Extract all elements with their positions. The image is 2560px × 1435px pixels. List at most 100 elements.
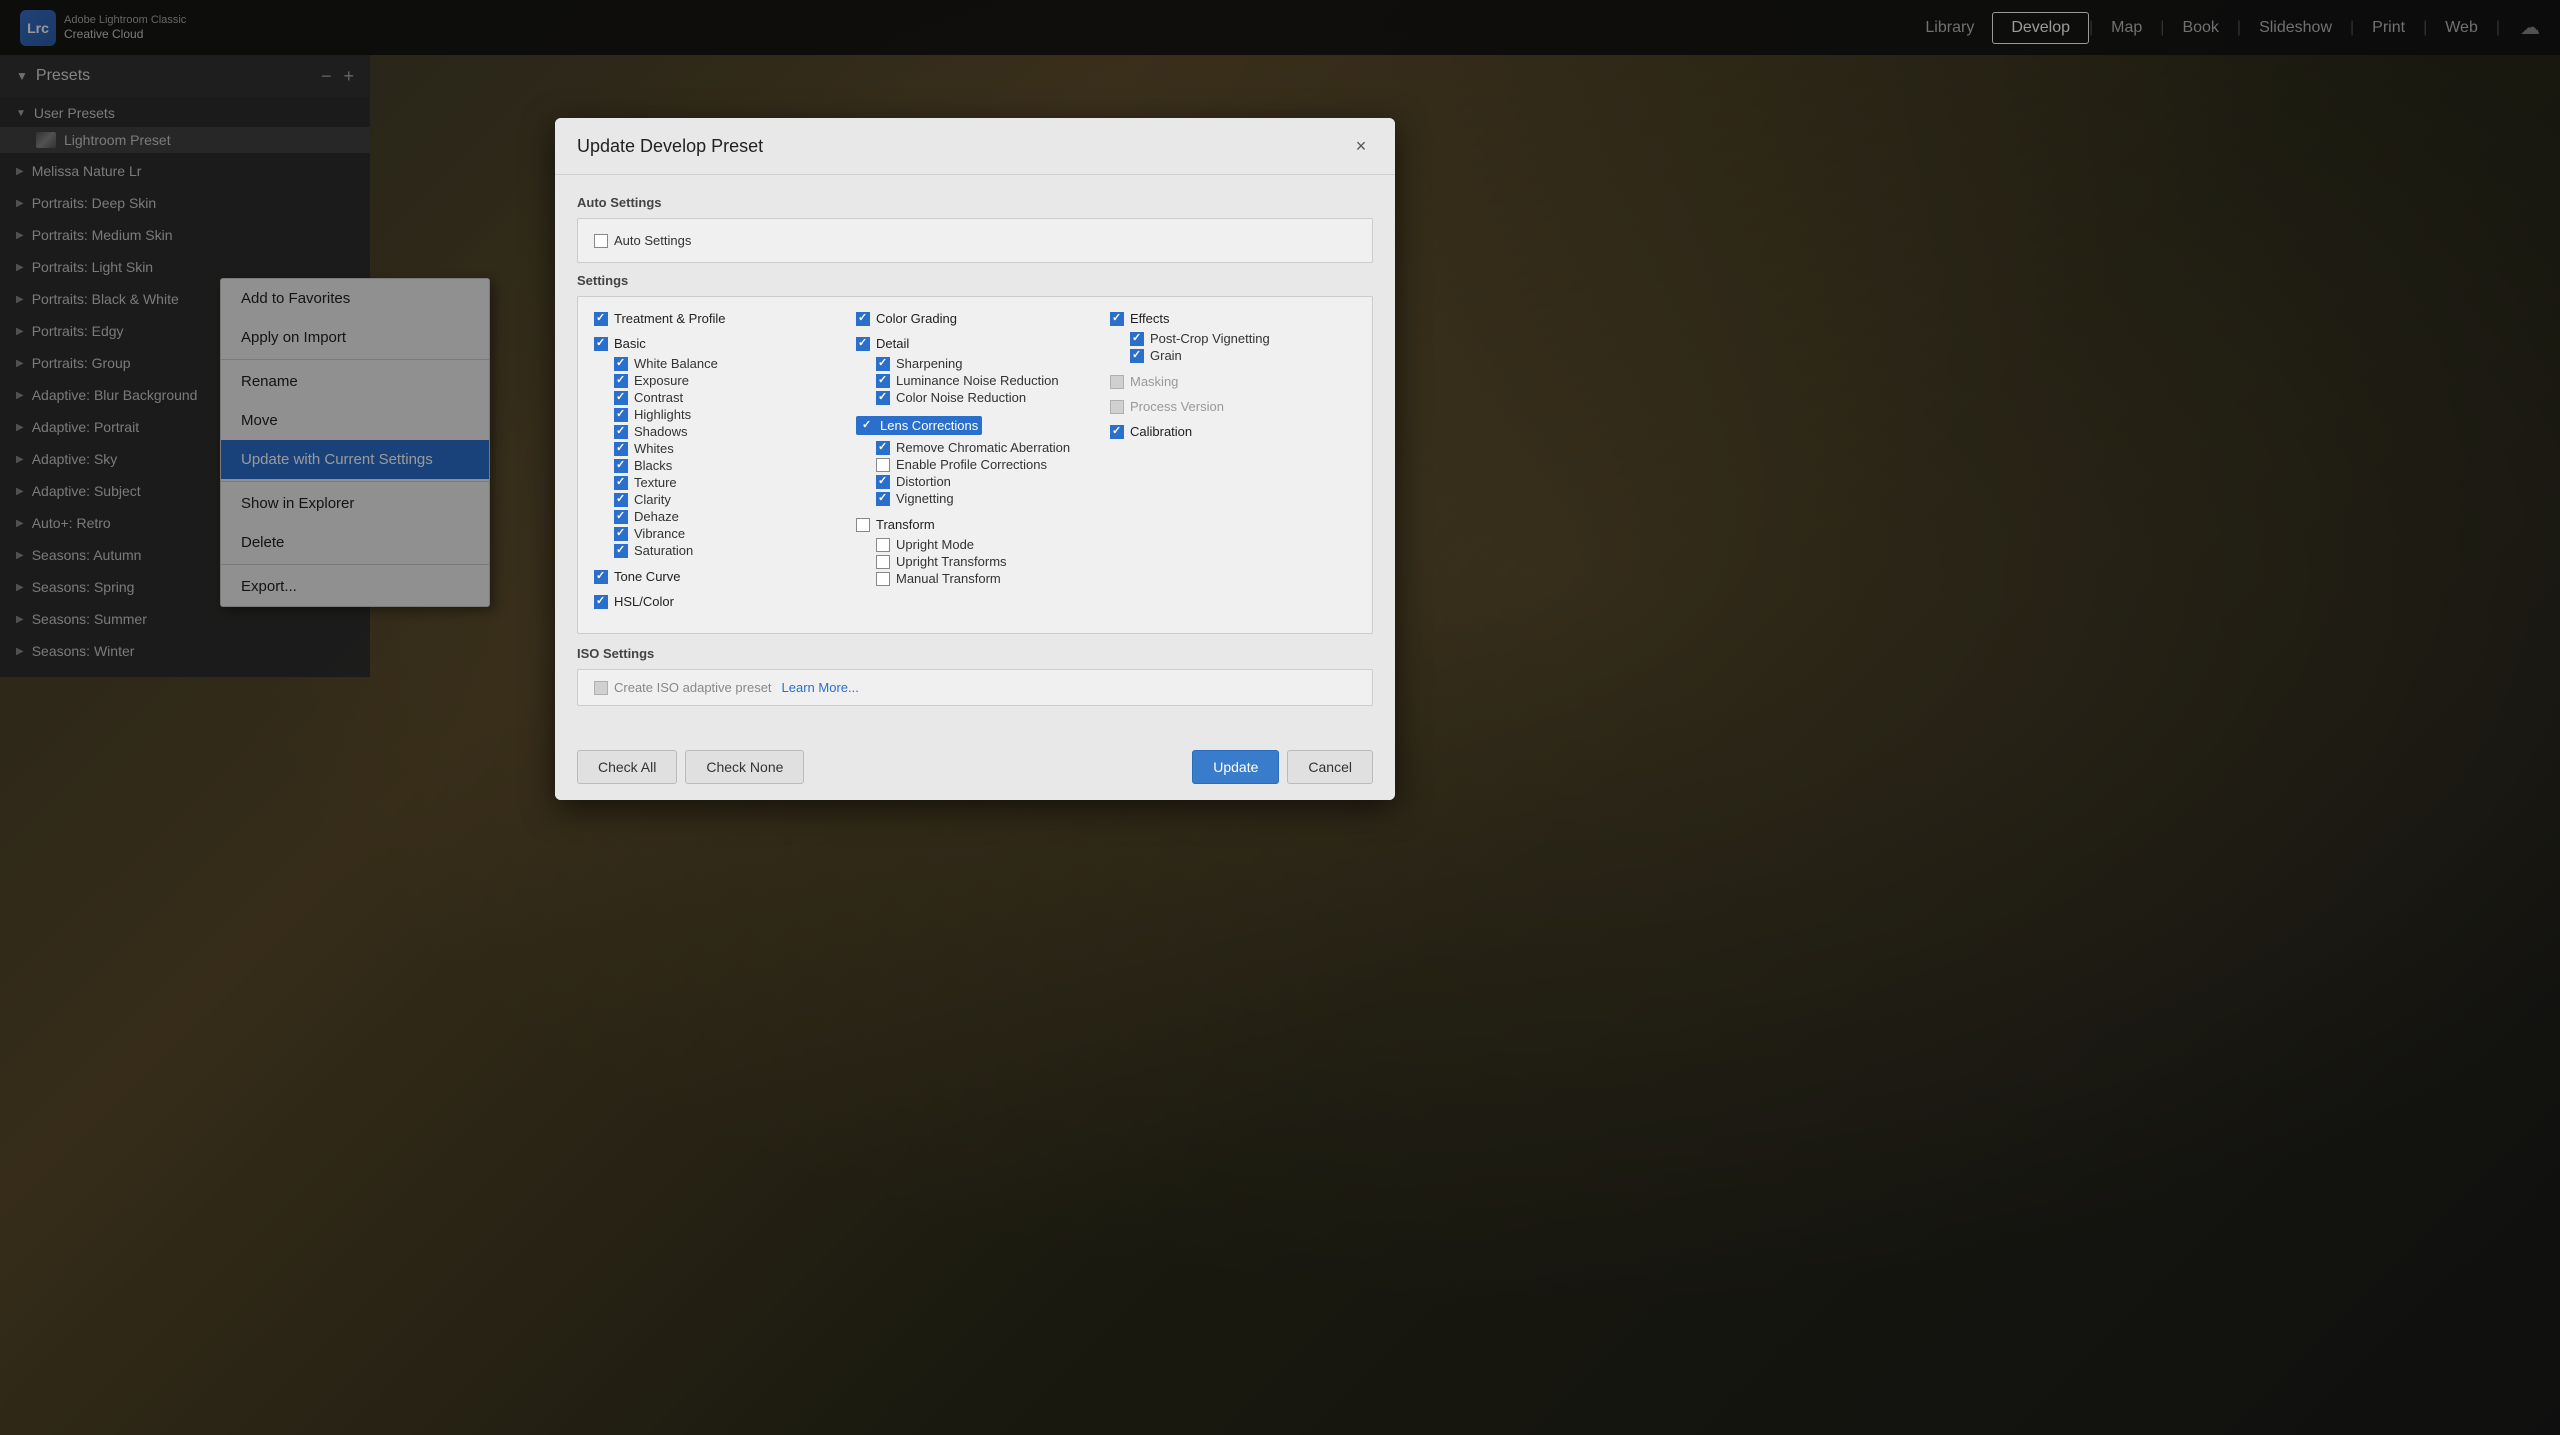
auto-settings-checkbox-label[interactable]: Auto Settings [594, 233, 1356, 248]
basic-label: Basic [614, 336, 646, 351]
color-noise-item[interactable]: Color Noise Reduction [856, 389, 1094, 406]
sharpening-item[interactable]: Sharpening [856, 355, 1094, 372]
modal-close-button[interactable]: × [1349, 134, 1373, 158]
dehaze-checkbox[interactable] [614, 510, 628, 524]
enable-profile-item[interactable]: Enable Profile Corrections [856, 456, 1094, 473]
effects-label-row[interactable]: Effects [1110, 311, 1356, 326]
manual-transform-checkbox[interactable] [876, 572, 890, 586]
check-none-button[interactable]: Check None [685, 750, 804, 784]
process-version-label: Process Version [1130, 399, 1224, 414]
settings-col-1: Treatment & Profile Basic White Bal [594, 311, 848, 619]
whites-item[interactable]: Whites [594, 440, 840, 457]
texture-item[interactable]: Texture [594, 474, 840, 491]
iso-settings-label: ISO Settings [577, 646, 1373, 661]
post-crop-label: Post-Crop Vignetting [1150, 331, 1270, 346]
remove-chromatic-checkbox[interactable] [876, 441, 890, 455]
auto-settings-section: Auto Settings [577, 218, 1373, 263]
transform-label-row[interactable]: Transform [856, 517, 1094, 532]
calibration-label-row[interactable]: Calibration [1110, 424, 1356, 439]
basic-label-row[interactable]: Basic [594, 336, 840, 351]
upright-transforms-item[interactable]: Upright Transforms [856, 553, 1094, 570]
check-all-button[interactable]: Check All [577, 750, 677, 784]
dehaze-item[interactable]: Dehaze [594, 508, 840, 525]
grain-checkbox[interactable] [1130, 349, 1144, 363]
calibration-checkbox[interactable] [1110, 425, 1124, 439]
transform-label: Transform [876, 517, 935, 532]
whites-checkbox[interactable] [614, 442, 628, 456]
lens-label-row[interactable]: Lens Corrections [856, 416, 982, 435]
vibrance-checkbox[interactable] [614, 527, 628, 541]
distortion-label: Distortion [896, 474, 951, 489]
color-grading-checkbox[interactable] [856, 312, 870, 326]
clarity-checkbox[interactable] [614, 493, 628, 507]
process-version-checkbox[interactable] [1110, 400, 1124, 414]
highlights-label: Highlights [634, 407, 691, 422]
contrast-checkbox[interactable] [614, 391, 628, 405]
iso-checkbox-text: Create ISO adaptive preset [614, 680, 772, 695]
clarity-item[interactable]: Clarity [594, 491, 840, 508]
white-balance-checkbox[interactable] [614, 357, 628, 371]
setting-group-process-version: Process Version [1110, 399, 1356, 414]
auto-settings-checkbox[interactable] [594, 234, 608, 248]
highlights-checkbox[interactable] [614, 408, 628, 422]
treatment-checkbox[interactable] [594, 312, 608, 326]
enable-profile-checkbox[interactable] [876, 458, 890, 472]
cancel-button[interactable]: Cancel [1287, 750, 1373, 784]
setting-group-lens: Lens Corrections Remove Chromatic Aberra… [856, 416, 1094, 507]
blacks-item[interactable]: Blacks [594, 457, 840, 474]
upright-mode-label: Upright Mode [896, 537, 974, 552]
post-crop-item[interactable]: Post-Crop Vignetting [1110, 330, 1356, 347]
masking-checkbox[interactable] [1110, 375, 1124, 389]
upright-mode-checkbox[interactable] [876, 538, 890, 552]
process-version-label-row[interactable]: Process Version [1110, 399, 1356, 414]
saturation-checkbox[interactable] [614, 544, 628, 558]
shadows-checkbox[interactable] [614, 425, 628, 439]
upright-transforms-checkbox[interactable] [876, 555, 890, 569]
post-crop-checkbox[interactable] [1130, 332, 1144, 346]
vignetting-item[interactable]: Vignetting [856, 490, 1094, 507]
exposure-checkbox[interactable] [614, 374, 628, 388]
treatment-label-row[interactable]: Treatment & Profile [594, 311, 840, 326]
update-button[interactable]: Update [1192, 750, 1279, 784]
iso-settings-section: Create ISO adaptive preset Learn More... [577, 669, 1373, 706]
saturation-item[interactable]: Saturation [594, 542, 840, 559]
effects-checkbox[interactable] [1110, 312, 1124, 326]
detail-label-row[interactable]: Detail [856, 336, 1094, 351]
masking-label-row[interactable]: Masking [1110, 374, 1356, 389]
luminance-noise-checkbox[interactable] [876, 374, 890, 388]
detail-checkbox[interactable] [856, 337, 870, 351]
highlights-item[interactable]: Highlights [594, 406, 840, 423]
iso-checkbox[interactable] [594, 681, 608, 695]
manual-transform-item[interactable]: Manual Transform [856, 570, 1094, 587]
white-balance-item[interactable]: White Balance [594, 355, 840, 372]
tone-curve-label-row[interactable]: Tone Curve [594, 569, 840, 584]
hsl-label-row[interactable]: HSL/Color [594, 594, 840, 609]
upright-mode-item[interactable]: Upright Mode [856, 536, 1094, 553]
update-develop-preset-modal: Update Develop Preset × Auto Settings Au… [555, 118, 1395, 800]
vignetting-checkbox[interactable] [876, 492, 890, 506]
shadows-item[interactable]: Shadows [594, 423, 840, 440]
distortion-checkbox[interactable] [876, 475, 890, 489]
tone-curve-checkbox[interactable] [594, 570, 608, 584]
texture-checkbox[interactable] [614, 476, 628, 490]
lens-checkbox[interactable] [860, 419, 874, 433]
grain-item[interactable]: Grain [1110, 347, 1356, 364]
distortion-item[interactable]: Distortion [856, 473, 1094, 490]
luminance-noise-item[interactable]: Luminance Noise Reduction [856, 372, 1094, 389]
transform-checkbox[interactable] [856, 518, 870, 532]
remove-chromatic-item[interactable]: Remove Chromatic Aberration [856, 439, 1094, 456]
exposure-item[interactable]: Exposure [594, 372, 840, 389]
color-grading-label-row[interactable]: Color Grading [856, 311, 1094, 326]
blacks-checkbox[interactable] [614, 459, 628, 473]
sharpening-checkbox[interactable] [876, 357, 890, 371]
iso-checkbox-label[interactable]: Create ISO adaptive preset [594, 680, 772, 695]
vibrance-item[interactable]: Vibrance [594, 525, 840, 542]
learn-more-link[interactable]: Learn More... [782, 680, 859, 695]
color-noise-checkbox[interactable] [876, 391, 890, 405]
hsl-checkbox[interactable] [594, 595, 608, 609]
color-noise-label: Color Noise Reduction [896, 390, 1026, 405]
upright-transforms-label: Upright Transforms [896, 554, 1007, 569]
basic-checkbox[interactable] [594, 337, 608, 351]
contrast-item[interactable]: Contrast [594, 389, 840, 406]
contrast-label: Contrast [634, 390, 683, 405]
